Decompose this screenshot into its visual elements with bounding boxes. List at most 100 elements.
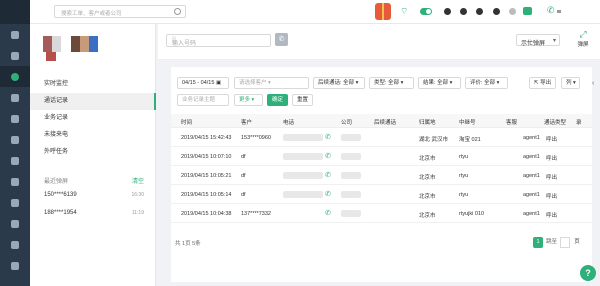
export-label: 导出: [540, 80, 552, 86]
wifi-icon: ⌔: [400, 6, 409, 16]
date-range-value: 04/15 - 04/15: [182, 80, 215, 86]
recent-item[interactable]: 150****6139 16:30: [44, 192, 144, 202]
stats-icon[interactable]: [0, 171, 30, 192]
send-icon[interactable]: [0, 192, 30, 213]
cell-time: 2019/04/15 10:07:10: [181, 154, 232, 160]
cell-phone-redacted: [283, 191, 323, 198]
col-customer: 客户: [241, 120, 253, 126]
cell-location: 北京市: [419, 175, 436, 181]
clock-icon[interactable]: [0, 150, 30, 171]
theme-input[interactable]: 业务记录主题: [177, 94, 229, 106]
call-phone-icon[interactable]: ✆: [325, 152, 331, 160]
table-row[interactable]: 2019/04/15 15:42:43 153****0960 ✆ 湖北 武汉市…: [171, 129, 592, 147]
columns-label: 列: [566, 80, 572, 86]
cell-call-type: 呼出: [546, 213, 558, 219]
reset-button[interactable]: 重置: [292, 94, 313, 106]
sidebar-item-monitor[interactable]: 实时监控: [30, 76, 156, 93]
follow-call-filter-value: 后续通话: 全部: [318, 80, 355, 86]
gift-icon[interactable]: [375, 3, 391, 20]
more-button[interactable]: 更多 ▾: [234, 94, 263, 106]
sidebar-menu: 实时监控 通话记录 业务记录 未接来电 外呼任务: [30, 76, 156, 161]
help-icon[interactable]: [0, 234, 30, 255]
call-button[interactable]: ✆: [275, 33, 288, 46]
rating-filter[interactable]: 评价: 全部 ▾: [465, 77, 508, 89]
home-icon[interactable]: [0, 24, 30, 45]
grid-icon[interactable]: [0, 255, 30, 276]
cell-call-type: 呼出: [546, 194, 558, 200]
help-button[interactable]: ?: [580, 265, 596, 281]
cell-company-redacted: [341, 153, 361, 160]
col-location: 归属地: [419, 120, 436, 126]
cell-company-redacted: [341, 191, 361, 198]
cell-trunk: 淘宝 021: [459, 137, 481, 143]
follow-call-filter[interactable]: 后续通话: 全部 ▾: [313, 77, 365, 89]
confirm-button[interactable]: 确定: [267, 94, 288, 106]
menu-icon[interactable]: [0, 45, 30, 66]
cell-trunk: rtyu: [459, 192, 469, 198]
secondary-sidebar: 实时监控 通话记录 业务记录 未接来电 外呼任务 最近弹屏 清空 150****…: [30, 24, 156, 286]
cell-phone-redacted: [283, 153, 323, 160]
phone-icon[interactable]: [0, 66, 30, 87]
cell-customer: df: [241, 173, 246, 179]
cell-agent: agent1: [523, 154, 540, 160]
settings-gear-icon[interactable]: [476, 8, 483, 15]
cell-location: 湖北 武汉市: [419, 137, 449, 143]
sidebar-item-call-records[interactable]: 通话记录: [30, 93, 156, 110]
status-toggle[interactable]: [420, 8, 432, 15]
sidebar-item-missed-calls[interactable]: 未接来电: [30, 127, 156, 144]
number-input[interactable]: 输入号码 ⁞⁞: [166, 34, 271, 47]
cell-time: 2019/04/15 10:05:14: [181, 192, 232, 198]
search-placeholder: 搜索工单、客户或者公司: [61, 11, 122, 17]
export-button[interactable]: ⇱ 导出: [529, 77, 556, 89]
report-icon[interactable]: [0, 108, 30, 129]
outcome-filter[interactable]: 结果: 全部 ▾: [418, 77, 461, 89]
sidebar-item-business-records[interactable]: 业务记录: [30, 110, 156, 127]
bell-icon[interactable]: [444, 8, 451, 15]
table-row[interactable]: 2019/04/15 10:04:38 137****7332 ✆ 北京市 rt…: [171, 205, 592, 223]
keypad-icon[interactable]: ⁞⁞: [172, 37, 266, 44]
pagination: 1 跳至 页: [533, 237, 582, 248]
search-input[interactable]: 搜索工单、客户或者公司: [54, 5, 186, 18]
phone-status-icon[interactable]: ✆: [547, 5, 555, 16]
dropdown-icon[interactable]: [557, 10, 561, 13]
cell-agent: agent1: [523, 135, 540, 141]
col-phone: 电话: [283, 120, 295, 126]
call-phone-icon[interactable]: ✆: [325, 209, 331, 217]
table-row[interactable]: 2019/04/15 10:07:10 df ✆ 北京市 rtyu agent1…: [171, 148, 592, 166]
cell-company-redacted: [341, 210, 361, 217]
recent-phone: 150****6139: [44, 192, 77, 198]
date-range-picker[interactable]: 04/15 - 04/15 ▣: [177, 77, 229, 89]
more-label: 更多: [239, 97, 251, 103]
call-phone-icon[interactable]: ✆: [325, 133, 331, 141]
avatar-block: [46, 52, 56, 61]
call-phone-icon[interactable]: ✆: [325, 190, 331, 198]
search-icon[interactable]: [174, 8, 181, 15]
cell-customer: df: [241, 192, 246, 198]
goto-input[interactable]: [560, 237, 571, 248]
sidebar-item-outbound-tasks[interactable]: 外呼任务: [30, 144, 156, 161]
collapse-panel-icon[interactable]: ‹: [592, 80, 594, 87]
cell-trunk: rtyu: [459, 154, 469, 160]
chat-icon[interactable]: [523, 7, 532, 15]
analytics-icon[interactable]: [0, 129, 30, 150]
question-icon[interactable]: [460, 8, 467, 15]
message-icon[interactable]: [493, 8, 500, 15]
table-row[interactable]: 2019/04/15 10:05:21 df ✆ 北京市 rtyu agent1…: [171, 167, 592, 185]
recent-item[interactable]: 188****1954 11:19: [44, 210, 144, 220]
cell-time: 2019/04/15 10:04:38: [181, 211, 232, 217]
page-current[interactable]: 1: [533, 237, 543, 248]
cell-agent: agent1: [523, 211, 540, 217]
popup-button[interactable]: ⤢ 弹屏: [572, 29, 594, 48]
goto-label: 跳至: [546, 239, 558, 245]
columns-button[interactable]: 列 ▾: [561, 77, 580, 89]
settings-icon[interactable]: [0, 213, 30, 234]
call-phone-icon[interactable]: ✆: [325, 171, 331, 179]
table-row[interactable]: 2019/04/15 10:05:14 df ✆ 北京市 rtyu agent1…: [171, 186, 592, 204]
type-filter[interactable]: 类型: 全部 ▾: [369, 77, 414, 89]
busy-select[interactable]: 示忙弹屏 ▾: [516, 34, 560, 47]
customer-select[interactable]: 请选择客户 ▾: [234, 77, 309, 89]
clear-button[interactable]: 清空: [132, 176, 144, 185]
chat-icon[interactable]: [0, 87, 30, 108]
user-avatar-icon[interactable]: [509, 8, 516, 15]
cell-agent: agent1: [523, 192, 540, 198]
